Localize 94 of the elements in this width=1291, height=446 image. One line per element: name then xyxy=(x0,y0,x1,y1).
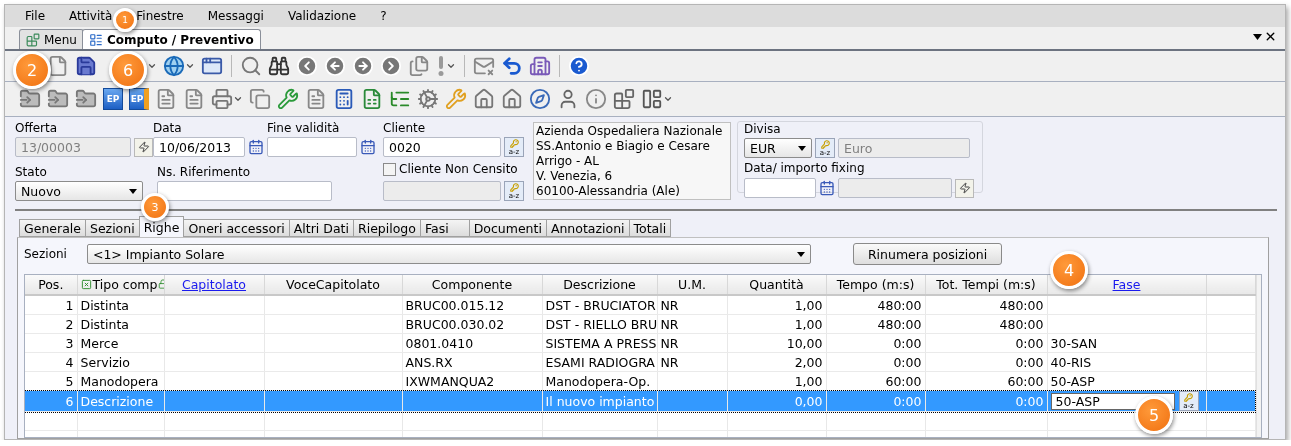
ep-box-icon[interactable]: EP xyxy=(129,88,149,110)
offerta-label: Offerta xyxy=(15,121,59,135)
table-cell: 1,00 xyxy=(794,297,823,313)
table-cell: Merce xyxy=(80,335,119,351)
table-cell: DST - RIELLO BRU xyxy=(545,316,656,332)
table-cell: Distinta xyxy=(80,297,129,313)
stato-label: Stato xyxy=(15,165,48,179)
column-header: VoceCapitolato xyxy=(286,277,380,292)
table-cell: 0,00 xyxy=(794,393,823,409)
tab[interactable]: Documenti xyxy=(468,219,547,237)
table-cell: 2,00 xyxy=(794,354,823,370)
menu-item[interactable]: Validazione xyxy=(275,9,369,23)
table-cell: 0:00 xyxy=(1015,354,1044,370)
table-cell: Descrizione xyxy=(80,393,154,409)
table-cell: 0:00 xyxy=(893,354,922,370)
divisa-label: Divisa xyxy=(744,122,782,136)
table-cell: 0:00 xyxy=(893,335,922,351)
menu-item[interactable]: Messaggi xyxy=(195,9,276,23)
table-cell: 60:00 xyxy=(1007,373,1044,389)
column-header: Tot. Tempi (m:s) xyxy=(936,277,1036,292)
table-cell: 480:00 xyxy=(999,316,1044,332)
table-cell: 0801.0410 xyxy=(405,335,474,351)
tab[interactable]: Sezioni xyxy=(84,219,140,237)
table-cell: Servizio xyxy=(80,354,130,370)
column-header: Descrizione xyxy=(563,277,636,292)
column-header: Tipo comp xyxy=(92,276,158,292)
column-header: Quantità xyxy=(749,277,804,292)
table-cell: 50-ASP xyxy=(1050,373,1095,389)
table-cell: 0:00 xyxy=(1015,335,1044,351)
date-field[interactable]: 10/06/2013 xyxy=(153,137,245,157)
table-cell: BRUC00.015.12 xyxy=(405,297,505,313)
table-cell: 480:00 xyxy=(877,316,922,332)
table-cell: SISTEMA A PRESS xyxy=(545,335,656,351)
tab[interactable]: Oneri accessori xyxy=(183,219,290,237)
table-cell: 480:00 xyxy=(877,297,922,313)
table-cell: 30-SAN xyxy=(1050,335,1097,351)
table-cell: Manodopera xyxy=(80,373,159,389)
table-cell: 0:00 xyxy=(1015,393,1044,409)
table-cell: 60:00 xyxy=(885,373,922,389)
data-label: Data xyxy=(153,121,183,135)
table-cell: IXWMANQUA2 xyxy=(405,373,495,389)
checkbox-label: Cliente Non Censito xyxy=(399,162,518,176)
document-tab[interactable]: Computo / Preventivo xyxy=(81,29,261,49)
currency-select[interactable]: EUR xyxy=(744,138,812,158)
table-cell: NR xyxy=(660,335,679,351)
column-header: U.M. xyxy=(678,277,706,292)
table-cell: 0:00 xyxy=(893,393,922,409)
table-cell: 1,00 xyxy=(794,316,823,332)
tab[interactable]: Fasi xyxy=(419,219,470,237)
sezioni-select[interactable]: <1> Impianto Solare xyxy=(86,244,811,264)
table-cell: NR xyxy=(660,316,679,332)
table-cell: ANS.RX xyxy=(405,354,453,370)
tab[interactable]: Riepilogo xyxy=(352,219,421,237)
cliente-field[interactable]: 0020 xyxy=(383,137,501,157)
table-cell: NR xyxy=(660,354,679,370)
table-cell: BRUC00.030.02 xyxy=(405,316,505,332)
address-box[interactable]: Azienda Ospedaliera Nazionale SS.Antonio e Biagio e Cesare Arrigo - AL V. Venezia, 6 60100-Alessandria (Ale) xyxy=(533,122,731,200)
table-cell: DST - BRUCIATOR xyxy=(545,297,656,313)
fixing-label: Data/ importo fixing xyxy=(744,161,866,175)
column-link[interactable]: Fase xyxy=(1112,277,1141,292)
table-cell: 1 xyxy=(65,297,74,313)
table-cell: 480:00 xyxy=(999,297,1044,313)
table-cell: 5 xyxy=(65,373,74,389)
table-cell: 40-RIS xyxy=(1050,354,1092,370)
menu-item[interactable]: File xyxy=(13,9,58,23)
menu-item[interactable]: ? xyxy=(368,9,399,23)
sezioni-label: Sezioni xyxy=(24,247,67,261)
table-cell: Manodopera-Op. xyxy=(545,373,651,389)
column-header: Tempo (m:s) xyxy=(836,277,915,292)
table-cell: ESAMI RADIOGRA xyxy=(545,354,655,370)
document-tab[interactable]: Menu xyxy=(19,29,84,49)
table-cell: 4 xyxy=(65,354,74,370)
table-cell: Distinta xyxy=(80,316,129,332)
cliente-label: Cliente xyxy=(383,121,427,135)
riferimento-label: Ns. Riferimento xyxy=(156,165,252,179)
table-cell: 1,00 xyxy=(794,373,823,389)
column-header: Pos. xyxy=(38,277,64,292)
table-cell: 3 xyxy=(65,335,74,351)
stato-select[interactable]: Nuovo xyxy=(15,181,143,201)
tab[interactable]: Totali xyxy=(628,219,672,237)
table-cell: 10,00 xyxy=(786,335,823,351)
table-row[interactable]: 1 Distinta BRUC00.015.12 DST - BRUCIATOR NR 1,00 480:00 480:00 xyxy=(25,295,1255,315)
fine-validita-label: Fine validità xyxy=(267,121,341,135)
table-cell: 2 xyxy=(65,316,74,332)
renumber-button[interactable]: Rinumera posizioni xyxy=(852,243,1003,265)
ep-icon[interactable]: EP xyxy=(103,88,123,110)
tab[interactable]: Annotazioni xyxy=(545,219,630,237)
tab[interactable]: Generale xyxy=(19,219,86,237)
table-cell: NR xyxy=(660,297,679,313)
table-cell: Il nuovo impianto xyxy=(545,393,655,409)
column-header: Componente xyxy=(431,277,513,292)
tab[interactable]: Righe xyxy=(138,216,185,237)
table-cell: 6 xyxy=(65,393,74,409)
tab[interactable]: Altri Dati xyxy=(288,219,354,237)
